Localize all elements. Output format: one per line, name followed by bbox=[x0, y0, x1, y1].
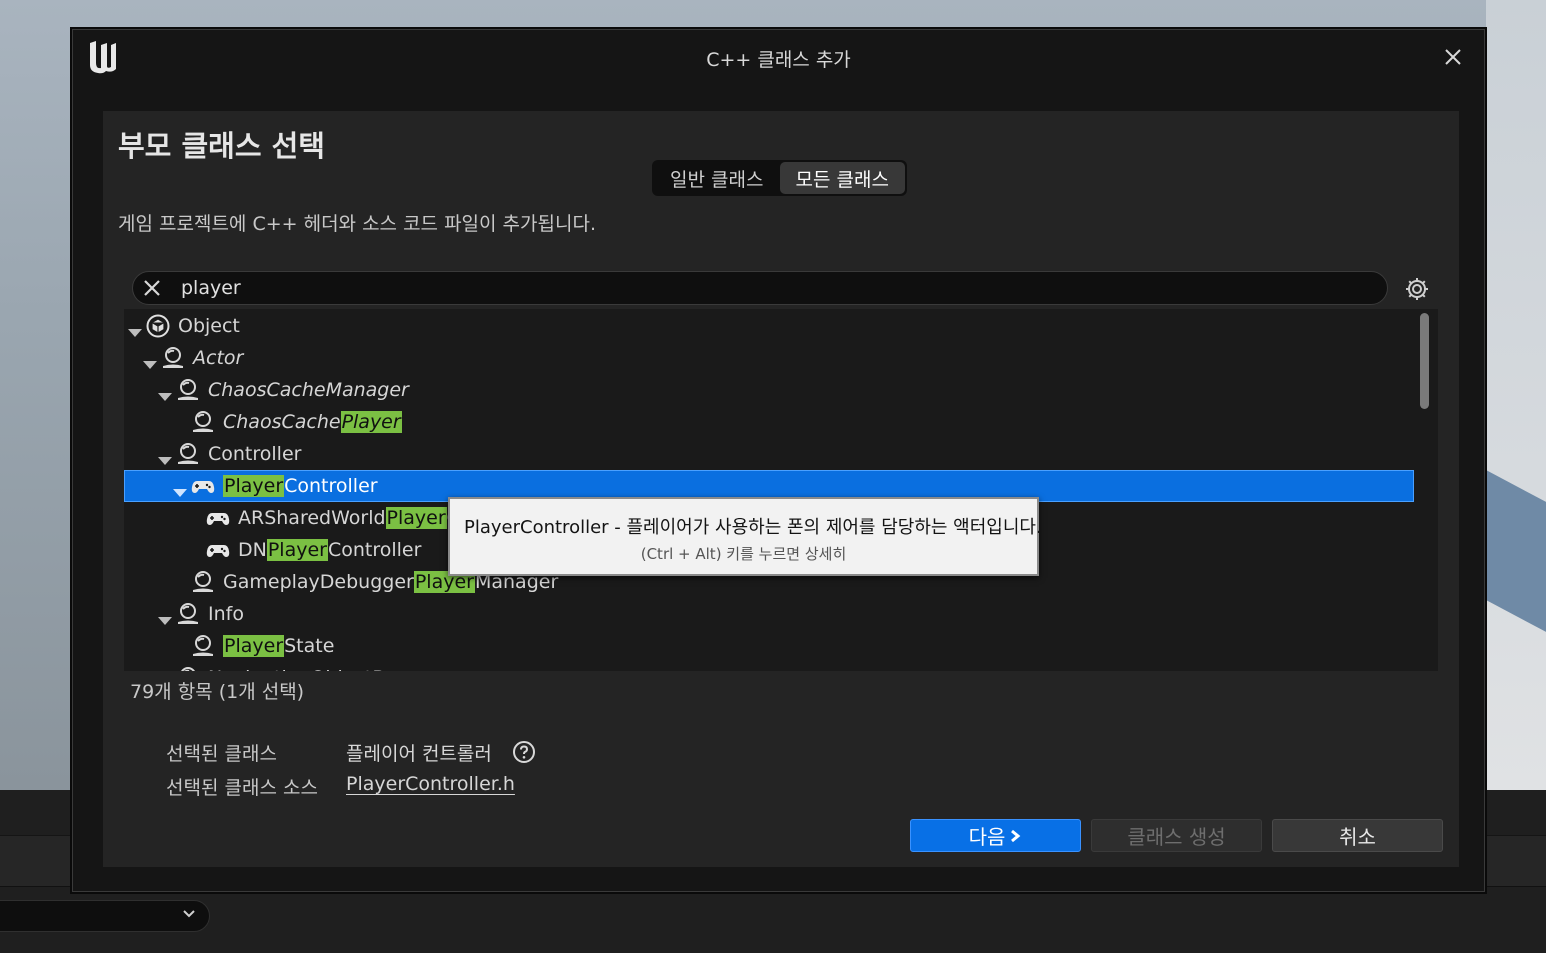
help-icon[interactable] bbox=[512, 740, 536, 764]
class-filter-tabs: 일반 클래스 모든 클래스 bbox=[652, 160, 907, 196]
gamepad-icon bbox=[206, 506, 230, 530]
tab-common-classes[interactable]: 일반 클래스 bbox=[654, 162, 780, 194]
search-match-highlight: Player bbox=[223, 475, 285, 497]
item-count: 79개 항목 (1개 선택) bbox=[130, 681, 305, 703]
expand-triangle-icon[interactable] bbox=[128, 321, 142, 337]
expand-triangle-icon[interactable] bbox=[143, 353, 157, 369]
label-text: NavigationObjectB bbox=[208, 667, 385, 671]
page-heading: 부모 클래스 선택 bbox=[118, 129, 325, 163]
tab-all-classes[interactable]: 모든 클래스 bbox=[779, 162, 905, 194]
actor-icon bbox=[191, 570, 215, 594]
viewport-background-right bbox=[1486, 0, 1546, 790]
tree-row-label: Controller bbox=[208, 443, 301, 465]
search-match-highlight: Player bbox=[385, 507, 447, 529]
tree-row[interactable]: Controller bbox=[124, 438, 1414, 470]
label-text: DN bbox=[238, 539, 267, 561]
label-text: ChaosCache bbox=[223, 411, 341, 433]
label-text: Info bbox=[208, 603, 244, 625]
label-text: State bbox=[284, 635, 335, 657]
gamepad-icon bbox=[191, 474, 215, 498]
expand-triangle-icon[interactable] bbox=[158, 385, 172, 401]
class-tree: Object Actor ChaosCacheManager ChaosCachePl… bbox=[124, 309, 1438, 671]
actor-icon bbox=[161, 346, 185, 370]
chevron-down-icon bbox=[181, 906, 197, 926]
object-icon bbox=[146, 314, 170, 338]
tree-row[interactable]: Object bbox=[124, 310, 1414, 342]
create-class-button[interactable]: 클래스 생성 bbox=[1091, 819, 1262, 852]
tree-row-label: PlayerController bbox=[223, 475, 378, 497]
actor-icon bbox=[176, 378, 200, 402]
tree-row[interactable]: Actor bbox=[124, 342, 1414, 374]
search-box bbox=[132, 271, 1388, 305]
label-text: GameplayDebugger bbox=[223, 571, 414, 593]
label-text: Controller bbox=[327, 539, 422, 561]
tree-row[interactable]: Info bbox=[124, 598, 1414, 630]
tree-row[interactable]: ChaosCachePlayer bbox=[124, 406, 1414, 438]
dialog-title: C++ 클래스 추가 bbox=[706, 49, 851, 71]
gear-icon[interactable] bbox=[1404, 276, 1430, 302]
next-button[interactable]: 다음 bbox=[910, 819, 1081, 852]
tree-row[interactable]: ChaosCacheManager bbox=[124, 374, 1414, 406]
label-text: Object bbox=[178, 315, 240, 337]
tree-row-label: ChaosCachePlayer bbox=[223, 411, 402, 433]
actor-icon bbox=[176, 666, 200, 671]
tree-row-label: ARSharedWorldPlayerC bbox=[238, 507, 460, 529]
chevron-right-icon bbox=[1011, 829, 1021, 842]
tree-row-label: DNPlayerController bbox=[238, 539, 421, 561]
search-match-highlight: Player bbox=[340, 411, 402, 433]
tree-row-label: PlayerState bbox=[223, 635, 334, 657]
tree-row[interactable]: NavigationObjectB bbox=[124, 662, 1414, 671]
selected-class-value: 플레이어 컨트롤러 bbox=[346, 743, 492, 765]
search-match-highlight: Player bbox=[223, 635, 285, 657]
cancel-button[interactable]: 취소 bbox=[1272, 819, 1443, 852]
label-text: ARSharedWorld bbox=[238, 507, 386, 529]
expand-triangle-icon[interactable] bbox=[158, 449, 172, 465]
next-button-label: 다음 bbox=[968, 825, 1006, 849]
label-text: Actor bbox=[193, 347, 244, 369]
actor-icon bbox=[176, 602, 200, 626]
tree-row-label: Object bbox=[178, 315, 240, 337]
search-input[interactable] bbox=[181, 275, 1361, 301]
label-text: ChaosCacheManager bbox=[208, 379, 409, 401]
tooltip-hint: (Ctrl + Alt) 키를 누르면 상세히 bbox=[640, 545, 847, 563]
tree-row-label: NavigationObjectB bbox=[208, 667, 385, 671]
class-tooltip: PlayerController - 플레이어가 사용하는 폰의 제어를 담당하… bbox=[448, 497, 1042, 576]
editor-dropdown[interactable] bbox=[0, 900, 210, 932]
tree-scrollbar[interactable] bbox=[1420, 313, 1429, 409]
tree-row[interactable]: PlayerState bbox=[124, 630, 1414, 662]
tree-row-label: Actor bbox=[193, 347, 243, 369]
search-match-highlight: Player bbox=[266, 539, 328, 561]
gamepad-icon bbox=[206, 538, 230, 562]
page-description: 게임 프로젝트에 C++ 헤더와 소스 코드 파일이 추가됩니다. bbox=[118, 213, 596, 235]
close-icon[interactable] bbox=[1441, 45, 1465, 69]
selected-class-label: 선택된 클래스 bbox=[166, 743, 277, 765]
actor-icon bbox=[191, 634, 215, 658]
actor-icon bbox=[176, 442, 200, 466]
clear-search-icon[interactable] bbox=[141, 277, 163, 299]
tooltip-description: PlayerController - 플레이어가 사용하는 폰의 제어를 담당하… bbox=[464, 517, 1042, 538]
actor-icon bbox=[191, 410, 215, 434]
label-text: Controller bbox=[284, 475, 378, 497]
tree-row-label: Info bbox=[208, 603, 244, 625]
expand-triangle-icon[interactable] bbox=[173, 481, 187, 497]
expand-triangle-icon[interactable] bbox=[158, 609, 172, 625]
selected-source-link[interactable]: PlayerController.h bbox=[346, 773, 515, 795]
selected-source-label: 선택된 클래스 소스 bbox=[166, 777, 318, 799]
add-cpp-class-dialog: C++ 클래스 추가 부모 클래스 선택 일반 클래스 모든 클래스 게임 프로… bbox=[70, 27, 1487, 894]
label-text: Controller bbox=[208, 443, 302, 465]
content-panel: 부모 클래스 선택 일반 클래스 모든 클래스 게임 프로젝트에 C++ 헤더와… bbox=[103, 111, 1459, 867]
tree-row-label: ChaosCacheManager bbox=[208, 379, 409, 401]
